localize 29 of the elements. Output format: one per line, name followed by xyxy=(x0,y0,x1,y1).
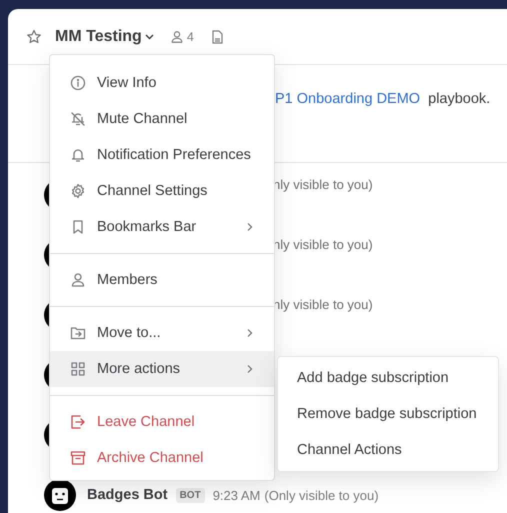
member-count[interactable]: 4 xyxy=(170,30,194,44)
menu-item[interactable]: Mute Channel xyxy=(50,101,274,137)
chevron-down-icon xyxy=(144,34,154,40)
visibility-note: (Only visible to you) xyxy=(264,488,379,502)
archive-icon xyxy=(70,450,86,466)
playbook-link[interactable]: P1 Onboarding DEMO xyxy=(275,91,420,107)
author-name[interactable]: Badges Bot xyxy=(87,487,168,503)
menu-item[interactable]: Notification Preferences xyxy=(50,137,274,173)
menu-item[interactable]: Archive Channel xyxy=(50,440,274,476)
submenu-item[interactable]: Add badge subscription xyxy=(278,360,498,396)
submenu-item[interactable]: Channel Actions xyxy=(278,432,498,468)
intro-text: playbook. xyxy=(427,91,490,107)
menu-item[interactable]: Move to... xyxy=(50,315,274,351)
menu-item[interactable]: Bookmarks Bar xyxy=(50,209,274,245)
user-icon xyxy=(70,272,86,288)
exit-icon xyxy=(70,414,86,430)
message-time[interactable]: 9:23 AM xyxy=(212,488,260,502)
info-icon xyxy=(70,75,86,91)
channel-title[interactable]: MM Testing xyxy=(55,28,154,46)
user-icon xyxy=(170,30,184,44)
submenu-item[interactable]: Remove badge subscription xyxy=(278,396,498,432)
bot-badge: BOT xyxy=(176,488,205,502)
folder-arrow-icon xyxy=(70,325,86,341)
star-icon[interactable] xyxy=(26,28,42,44)
bell-off-icon xyxy=(70,111,86,127)
bell-icon xyxy=(70,147,86,163)
menu-item[interactable]: View Info xyxy=(50,65,274,101)
file-icon[interactable] xyxy=(210,30,224,44)
menu-item[interactable]: Members xyxy=(50,262,274,298)
